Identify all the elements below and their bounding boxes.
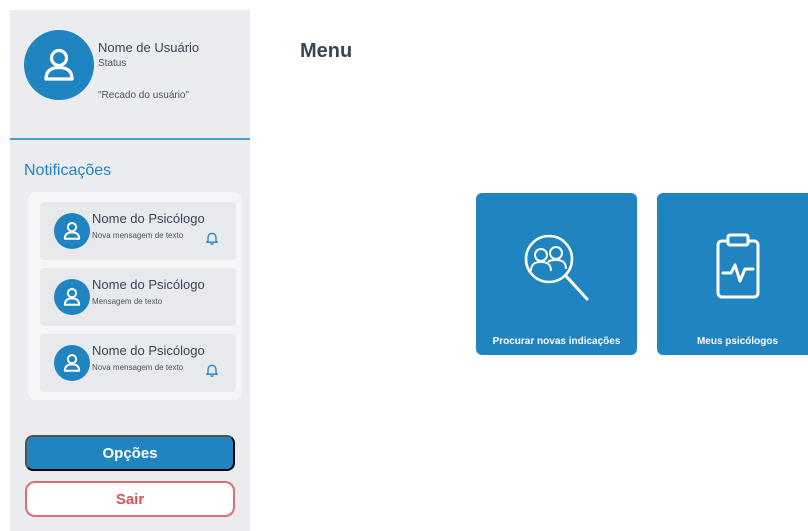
- user-icon: [63, 222, 81, 240]
- notification-sender: Nome do Psicólogo: [92, 211, 205, 226]
- notification-item[interactable]: Nome do Psicólogo Nova mensagem de texto: [40, 334, 236, 392]
- my-psychologists-tile[interactable]: Meus psicólogos: [657, 193, 808, 355]
- avatar: [54, 345, 90, 381]
- clipboard-pulse-icon: [716, 233, 759, 299]
- search-recommendations-tile[interactable]: Procurar novas indicações: [476, 193, 637, 355]
- notification-sender: Nome do Psicólogo: [92, 277, 205, 292]
- user-icon: [63, 354, 81, 372]
- user-icon: [44, 48, 74, 81]
- notification-message: Nova mensagem de texto: [92, 363, 184, 372]
- notifications-panel: Nome do Psicólogo Nova mensagem de texto…: [28, 192, 242, 400]
- notification-item[interactable]: Nome do Psicólogo Nova mensagem de texto: [40, 202, 236, 260]
- user-name: Nome de Usuário: [98, 40, 200, 55]
- user-status: Status: [98, 58, 127, 69]
- bell-icon: [206, 364, 218, 377]
- notification-sender: Nome do Psicólogo: [92, 343, 205, 358]
- sidebar: Nome de Usuário Status "Recado do usuári…: [10, 10, 250, 531]
- notification-message: Nova mensagem de texto: [92, 231, 184, 240]
- tile-label: Procurar novas indicações: [492, 336, 621, 347]
- page-title: Menu: [300, 40, 353, 62]
- profile-divider: [10, 138, 250, 140]
- user-note: "Recado do usuário": [98, 90, 190, 101]
- user-profile: Nome de Usuário Status "Recado do usuári…: [10, 10, 250, 140]
- notification-message: Mensagem de texto: [92, 297, 163, 306]
- avatar[interactable]: [24, 30, 94, 100]
- exit-button[interactable]: Sair: [25, 481, 235, 517]
- notifications-title: Notificações: [24, 162, 112, 179]
- tile-label: Meus psicólogos: [696, 336, 779, 347]
- avatar: [54, 279, 90, 315]
- bell-icon: [206, 232, 218, 245]
- user-icon: [63, 288, 81, 306]
- search-people-icon: [524, 234, 588, 301]
- notification-item[interactable]: Nome do Psicólogo Mensagem de texto: [40, 268, 236, 326]
- options-button[interactable]: Opções: [25, 435, 235, 471]
- avatar: [54, 213, 90, 249]
